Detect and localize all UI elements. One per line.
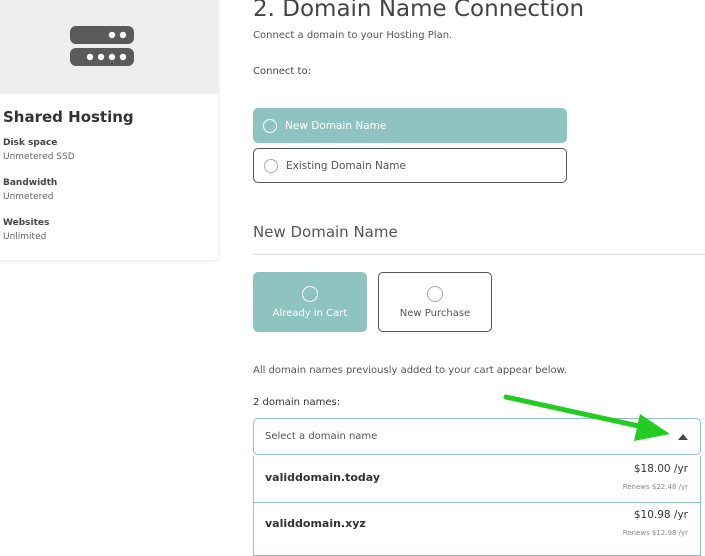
domain-name: validdomain.today bbox=[265, 471, 381, 484]
domain-price: $18.00 /yr bbox=[633, 463, 688, 475]
spec-value-disk: Unmetered SSD bbox=[3, 152, 75, 162]
radio-circle-icon bbox=[302, 285, 318, 302]
connect-to-label: Connect to: bbox=[253, 66, 311, 77]
hosting-plan-card: Shared Hosting Disk space Unmetered SSD … bbox=[0, 0, 218, 260]
domain-renew-price: Renews $12.98 /yr bbox=[622, 529, 688, 537]
radio-circle-icon bbox=[427, 285, 443, 302]
radio-circle-icon bbox=[264, 158, 278, 173]
spec-label-bandwidth: Bandwidth bbox=[3, 178, 58, 188]
dropdown-option[interactable]: validdomain.today $18.00 /yr Renews $22.… bbox=[254, 456, 700, 503]
dropdown-option[interactable]: validdomain.xyz $10.98 /yr Renews $12.98… bbox=[254, 502, 700, 548]
spec-label-disk: Disk space bbox=[3, 138, 58, 148]
plan-title: Shared Hosting bbox=[3, 108, 134, 126]
domain-name: validdomain.xyz bbox=[265, 517, 366, 530]
radio-label: New Domain Name bbox=[285, 119, 387, 132]
cart-note: All domain names previously added to you… bbox=[253, 365, 568, 376]
card-header bbox=[0, 0, 218, 94]
section-divider bbox=[253, 254, 705, 255]
caret-up-icon[interactable] bbox=[678, 433, 688, 440]
domain-select[interactable]: Select a domain name bbox=[253, 418, 701, 455]
radio-new-domain-name[interactable]: New Domain Name bbox=[253, 108, 567, 143]
select-placeholder: Select a domain name bbox=[265, 431, 378, 442]
domain-count-label: 2 domain names: bbox=[253, 397, 341, 408]
spec-value-websites: Unlimited bbox=[3, 232, 47, 242]
radio-circle-icon bbox=[263, 118, 277, 133]
spec-label-websites: Websites bbox=[3, 218, 50, 228]
radio-existing-domain-name[interactable]: Existing Domain Name bbox=[253, 148, 567, 183]
new-domain-section-title: New Domain Name bbox=[253, 223, 398, 241]
option-label: Already in Cart bbox=[272, 307, 348, 319]
page-title: 2. Domain Name Connection bbox=[253, 0, 585, 22]
domain-price: $10.98 /yr bbox=[633, 509, 688, 521]
radio-label: Existing Domain Name bbox=[286, 159, 406, 172]
spec-value-bandwidth: Unmetered bbox=[3, 192, 54, 202]
option-new-purchase[interactable]: New Purchase bbox=[378, 272, 492, 332]
option-label: New Purchase bbox=[399, 307, 471, 319]
option-already-in-cart[interactable]: Already in Cart bbox=[253, 272, 367, 332]
domain-renew-price: Renews $22.48 /yr bbox=[622, 483, 688, 491]
domain-dropdown-list: validdomain.today $18.00 /yr Renews $22.… bbox=[253, 456, 701, 556]
page-subtitle: Connect a domain to your Hosting Plan. bbox=[253, 30, 453, 41]
server-icon bbox=[70, 26, 134, 66]
